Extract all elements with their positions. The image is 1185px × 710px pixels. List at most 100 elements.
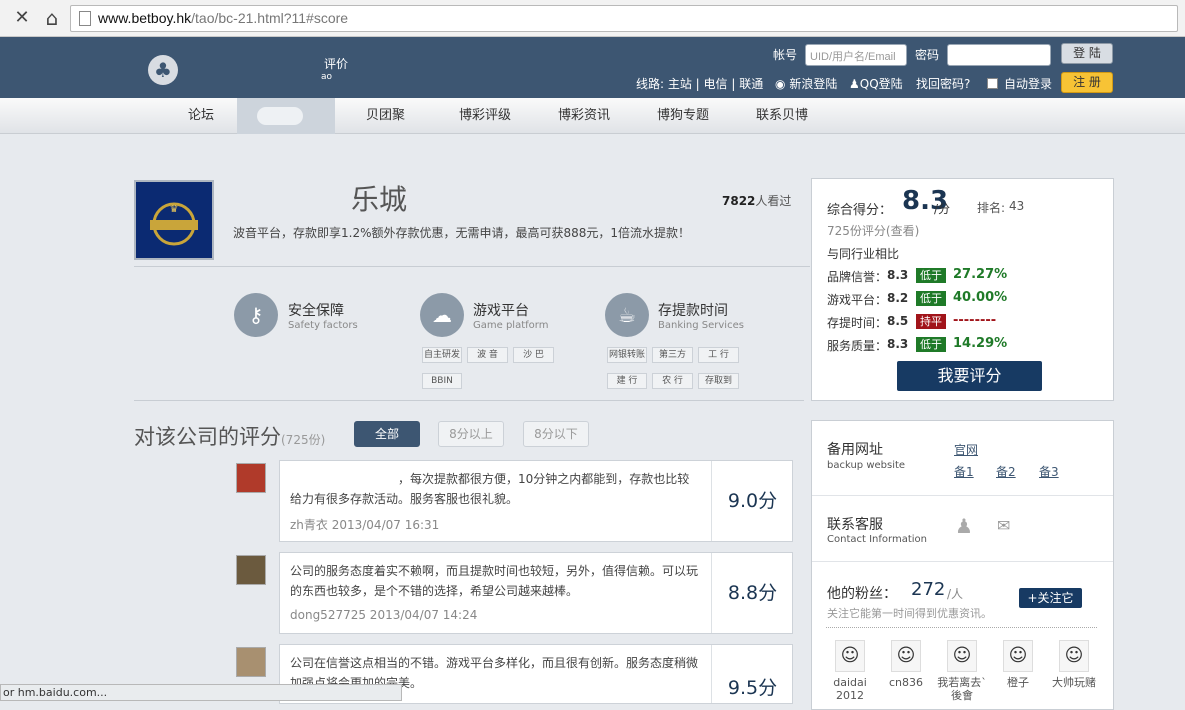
review-score: 9.5分 bbox=[711, 645, 793, 703]
review-score: 9.0分 bbox=[711, 461, 793, 541]
account-label: 帐号 bbox=[773, 48, 798, 62]
divider bbox=[134, 266, 810, 267]
backup-link-2[interactable]: 备2 bbox=[996, 463, 1016, 480]
game-label: 游戏平台： bbox=[827, 293, 888, 307]
tag: BBIN bbox=[422, 373, 462, 389]
svg-text:♛: ♛ bbox=[170, 204, 179, 215]
fan-name[interactable]: daidai 2012 bbox=[825, 676, 875, 702]
nav-active-tab[interactable] bbox=[237, 98, 335, 134]
reviews-title: 对该公司的评分(725份) bbox=[134, 425, 326, 449]
feature-sub-game: Game platform bbox=[473, 320, 549, 331]
backup-link-3[interactable]: 备3 bbox=[1039, 463, 1059, 480]
login-button[interactable]: 登 陆 bbox=[1061, 43, 1113, 64]
password-input[interactable] bbox=[947, 44, 1051, 66]
backup-title: 备用网址 bbox=[827, 442, 883, 458]
review-meta: dong527725 2013/04/07 14:24 bbox=[290, 608, 478, 622]
address-bar[interactable]: www.betboy.hk/tao/bc-21.html?11#score bbox=[70, 5, 1178, 32]
chat-icon[interactable]: ✉ bbox=[997, 516, 1010, 535]
coffee-icon: ☕ bbox=[605, 293, 649, 337]
browser-status-bar: or hm.baidu.com... bbox=[0, 684, 402, 701]
review-meta: zh青衣 2013/04/07 16:31 bbox=[290, 518, 440, 532]
club-logo-icon[interactable]: ♣ bbox=[148, 55, 178, 85]
brand-score: 8.3 bbox=[887, 268, 909, 282]
tag: 波 音 bbox=[467, 347, 508, 363]
fan-name[interactable]: 我若离去`後會 bbox=[937, 676, 987, 702]
fan-name[interactable]: 橙子 bbox=[993, 676, 1043, 689]
review-count-link[interactable]: 725份评分(查看) bbox=[827, 222, 919, 239]
company-name: 乐城 bbox=[351, 183, 408, 216]
filter-below-8[interactable]: 8分以下 bbox=[523, 421, 589, 447]
page-icon bbox=[79, 11, 91, 26]
company-description: 波音平台，存款即享1.2%额外存款优惠，无需申请，最高可获888元，1倍流水提款… bbox=[233, 226, 691, 240]
brand-badge: 低于 bbox=[916, 268, 946, 283]
view-count: 7822人看过 bbox=[722, 194, 792, 208]
review-text: 公司的服务态度着实不赖啊，而且提款时间也较短，另外，值得信赖。可以玩的东西也较多… bbox=[290, 564, 699, 598]
tag: 工 行 bbox=[698, 347, 739, 363]
review-text: ，每次提款都很方便，10分钟之内都能到，存款也比较给力有很多存款活动。服务客服也… bbox=[290, 472, 690, 506]
key-icon: ⚷ bbox=[234, 293, 278, 337]
home-icon[interactable]: ⌂ bbox=[41, 8, 63, 28]
nav-rating[interactable]: 博彩评级 bbox=[459, 98, 511, 134]
banking-pct: -------- bbox=[953, 313, 997, 328]
nav-group[interactable]: 贝团聚 bbox=[366, 98, 405, 134]
fan-avatar[interactable]: ☺ bbox=[891, 640, 921, 672]
banking-label: 存提时间： bbox=[827, 316, 888, 330]
qq-login-link[interactable]: ♟QQ登陆 bbox=[849, 75, 903, 92]
official-link[interactable]: 官网 bbox=[954, 441, 978, 458]
tag: 沙 巴 bbox=[513, 347, 554, 363]
feature-sub-banking: Banking Services bbox=[658, 320, 744, 331]
qq-icon[interactable]: ♟ bbox=[955, 514, 973, 538]
banking-score: 8.5 bbox=[887, 314, 909, 328]
fans-label: 他的粉丝： bbox=[827, 586, 897, 602]
nav-contact[interactable]: 联系贝博 bbox=[756, 98, 808, 134]
line-info[interactable]: 线路: 主站 | 电信 | 联通 bbox=[636, 75, 763, 92]
tag: 农 行 bbox=[652, 373, 693, 389]
fan-avatar[interactable]: ☺ bbox=[835, 640, 865, 672]
divider bbox=[812, 561, 1113, 562]
brand-label: 品牌信誉： bbox=[827, 270, 888, 284]
avatar[interactable] bbox=[236, 647, 266, 677]
fans-unit: /人 bbox=[947, 587, 964, 601]
brand-pct: 27.27% bbox=[953, 267, 1008, 282]
filter-all[interactable]: 全部 bbox=[354, 421, 420, 447]
auto-login-checkbox[interactable] bbox=[987, 78, 998, 89]
backup-subtitle: backup website bbox=[827, 460, 906, 471]
avatar[interactable] bbox=[236, 463, 266, 493]
avatar[interactable] bbox=[236, 555, 266, 585]
fan-name[interactable]: 大帅玩赌 bbox=[1049, 676, 1099, 689]
stop-icon[interactable]: ✕ bbox=[11, 8, 33, 28]
fan-avatar[interactable]: ☺ bbox=[1059, 640, 1089, 672]
rate-button[interactable]: 我要评分 bbox=[897, 361, 1042, 391]
weibo-login-link[interactable]: ◉ 新浪登陆 bbox=[775, 75, 837, 92]
rank-value: 43 bbox=[1009, 199, 1025, 213]
tag: 建 行 bbox=[607, 373, 647, 389]
game-score: 8.2 bbox=[887, 291, 909, 305]
reviews-count: (725份) bbox=[281, 433, 326, 447]
tag: 第三方 bbox=[652, 347, 693, 363]
backup-link-1[interactable]: 备1 bbox=[954, 463, 974, 480]
nav-forum[interactable]: 论坛 bbox=[188, 98, 214, 134]
game-pct: 40.00% bbox=[953, 290, 1008, 305]
feature-sub-safety: Safety factors bbox=[288, 320, 358, 331]
fan-name[interactable]: cn836 bbox=[881, 676, 931, 689]
forgot-password-link[interactable]: 找回密码? bbox=[916, 75, 970, 92]
qq-icon: ♟ bbox=[849, 77, 860, 91]
contact-title: 联系客服 bbox=[827, 517, 883, 533]
feature-title-banking: 存提款时间 bbox=[658, 303, 728, 319]
password-label: 密码 bbox=[915, 48, 940, 62]
filter-above-8[interactable]: 8分以上 bbox=[438, 421, 504, 447]
review-card: ，每次提款都很方便，10分钟之内都能到，存款也比较给力有很多存款活动。服务客服也… bbox=[279, 460, 793, 542]
feature-title-safety: 安全保障 bbox=[288, 303, 344, 319]
qq-login-label: QQ登陆 bbox=[859, 77, 903, 91]
register-button[interactable]: 注 册 bbox=[1061, 72, 1113, 93]
nav-news[interactable]: 博彩资讯 bbox=[558, 98, 610, 134]
cloud-icon: ☁ bbox=[420, 293, 464, 337]
score-unit: /分 bbox=[934, 202, 951, 216]
account-input[interactable]: UID/用户名/Email bbox=[805, 44, 907, 66]
compare-label: 与同行业相比 bbox=[827, 247, 900, 261]
url-path: /tao/bc-21.html?11#score bbox=[191, 10, 349, 26]
fan-avatar[interactable]: ☺ bbox=[947, 640, 977, 672]
fan-avatar[interactable]: ☺ bbox=[1003, 640, 1033, 672]
follow-button[interactable]: +关注它 bbox=[1019, 588, 1082, 608]
nav-topic[interactable]: 博狗专题 bbox=[657, 98, 709, 134]
